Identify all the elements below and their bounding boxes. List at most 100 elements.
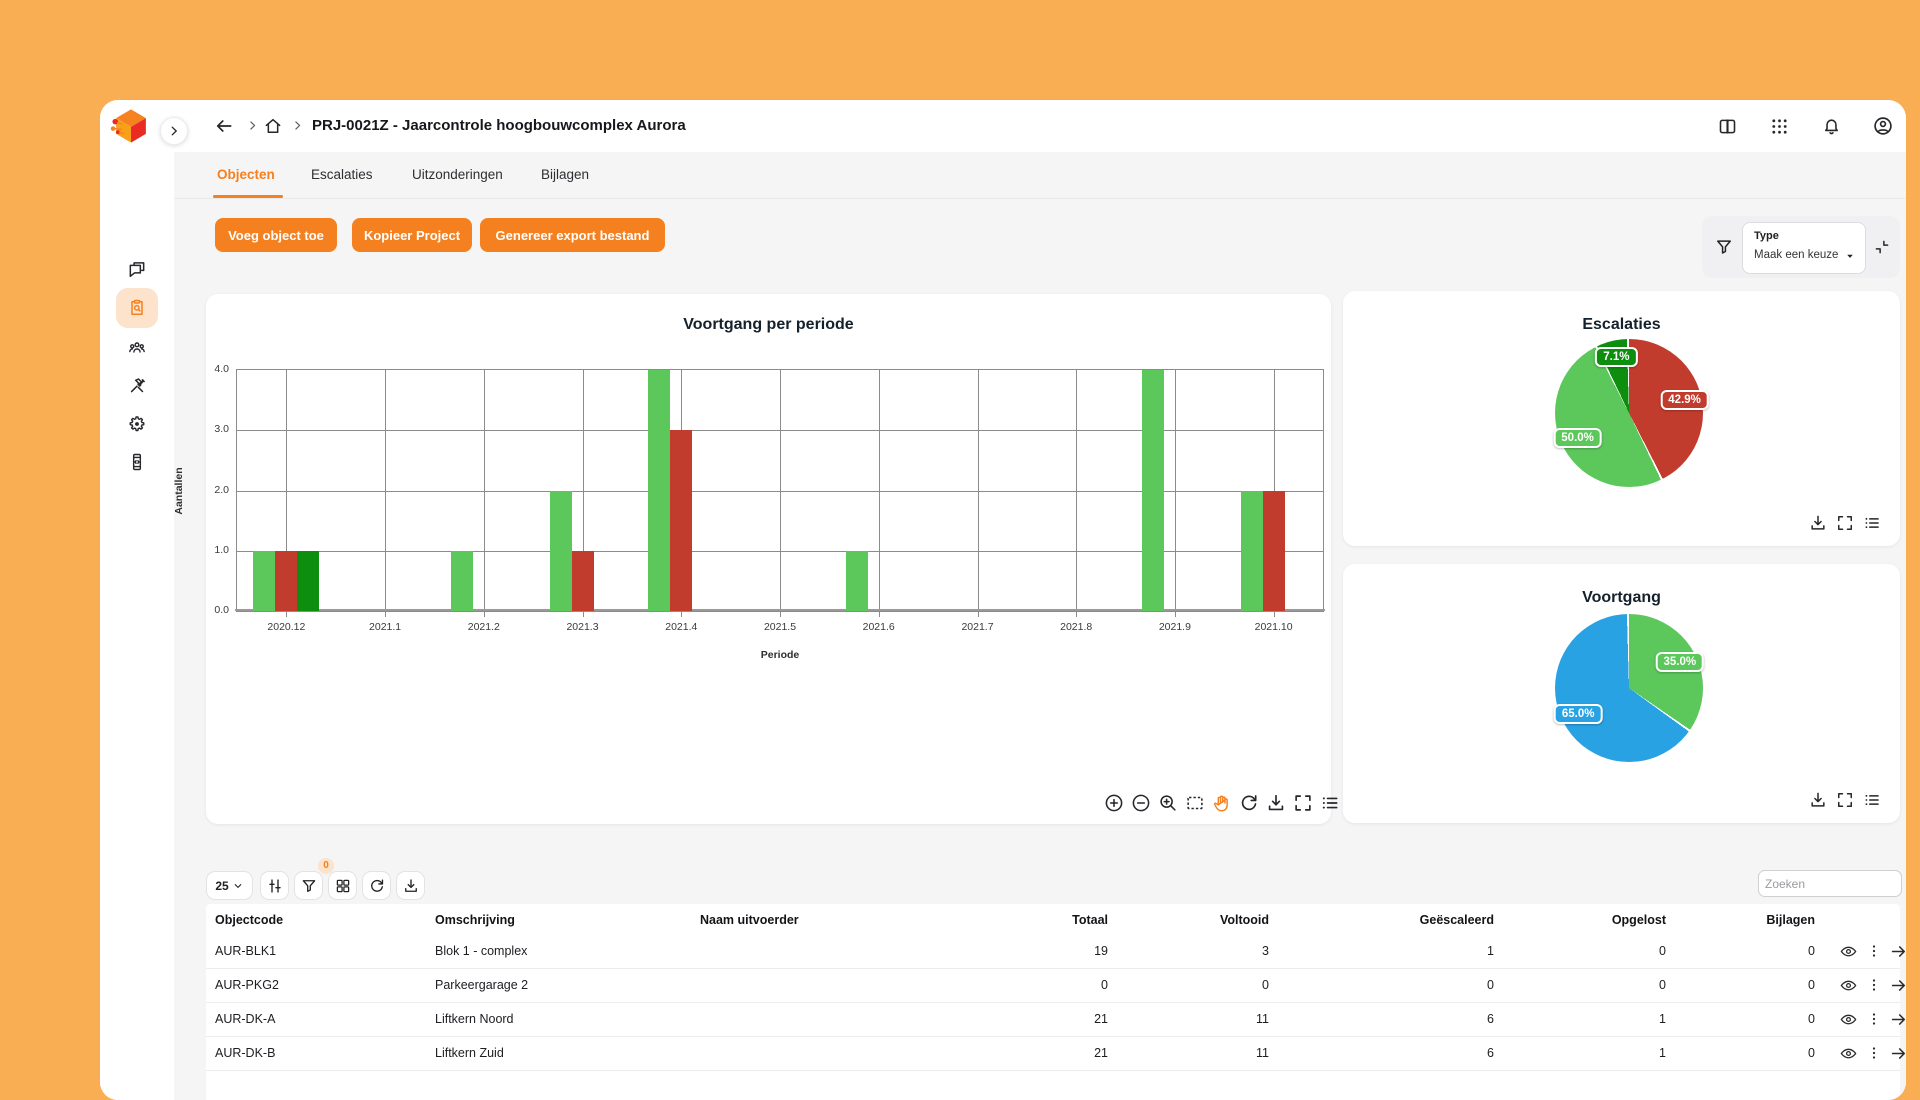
cell: 0: [1715, 1002, 1815, 1036]
kebab-menu-icon[interactable]: [1864, 1009, 1884, 1029]
eye-icon[interactable]: [1838, 941, 1858, 961]
generate-export-button[interactable]: Genereer export bestand: [480, 218, 665, 252]
x-tick-label: 2021.6: [834, 621, 924, 633]
apps-grid-icon[interactable]: [1765, 112, 1793, 140]
type-select[interactable]: Type Maak een keuze: [1742, 222, 1866, 274]
tab-bijlagen[interactable]: Bijlagen: [539, 160, 591, 190]
reset-icon[interactable]: [1238, 792, 1260, 814]
y-axis-title: Aantallen: [173, 467, 185, 514]
download-icon[interactable]: [396, 871, 425, 900]
app-logo-icon: [109, 105, 153, 147]
column-header: Bijlagen: [1715, 908, 1815, 932]
x-tick-label: 2021.8: [1031, 621, 1121, 633]
cell: [700, 1036, 960, 1070]
sidebar-item-team[interactable]: [127, 338, 147, 358]
home-button[interactable]: [261, 114, 285, 138]
page-size-select[interactable]: 25: [206, 871, 253, 900]
list-icon[interactable]: [1319, 792, 1341, 814]
layout-grid-icon[interactable]: [328, 871, 357, 900]
cell: 0: [1715, 1036, 1815, 1070]
back-button[interactable]: [210, 112, 238, 140]
sidebar-item-tools[interactable]: [127, 376, 147, 396]
eye-icon[interactable]: [1838, 975, 1858, 995]
cell: 0: [1394, 968, 1494, 1002]
collapse-icon[interactable]: [1872, 237, 1892, 257]
copy-project-button[interactable]: Kopieer Project: [352, 218, 472, 252]
fullscreen-icon[interactable]: [1835, 513, 1855, 533]
zoom-box-icon[interactable]: [1157, 792, 1179, 814]
sidebar-item-settings[interactable]: [127, 414, 147, 434]
pan-hand-icon[interactable]: [1211, 792, 1233, 814]
x-tick-label: 2021.5: [735, 621, 825, 633]
bar: [550, 491, 572, 612]
bar: [1241, 491, 1263, 612]
download-icon[interactable]: [1265, 792, 1287, 814]
column-header: Objectcode: [215, 908, 425, 932]
open-row-arrow-icon[interactable]: [1888, 941, 1906, 961]
x-tick: [1274, 611, 1275, 617]
zoom-in-icon[interactable]: [1103, 792, 1125, 814]
chevron-down-icon: [232, 880, 244, 892]
y-tick-label: 4.0: [191, 363, 229, 375]
download-icon[interactable]: [1808, 513, 1828, 533]
notifications-bell-icon[interactable]: [1817, 112, 1845, 140]
sidebar-item-device[interactable]: [127, 452, 147, 472]
cell: [700, 1002, 960, 1036]
column-sliders-icon[interactable]: [260, 871, 289, 900]
y-tick-label: 0.0: [191, 604, 229, 616]
caret-down-icon: [1843, 249, 1857, 263]
cell: 0: [1715, 934, 1815, 968]
list-icon[interactable]: [1862, 790, 1882, 810]
x-tick: [286, 611, 287, 617]
cell: 0: [1008, 968, 1108, 1002]
x-tick-label: 2021.4: [636, 621, 726, 633]
tab-objecten[interactable]: Objecten: [215, 160, 277, 190]
column-header: Opgelost: [1566, 908, 1666, 932]
x-tick-label: 2021.9: [1130, 621, 1220, 633]
sidebar-item-chat[interactable]: [127, 260, 147, 280]
kebab-menu-icon[interactable]: [1864, 975, 1884, 995]
list-icon[interactable]: [1862, 513, 1882, 533]
open-row-arrow-icon[interactable]: [1888, 975, 1906, 995]
sidebar-expand-button[interactable]: [160, 117, 188, 145]
pie-slice-label: 7.1%: [1595, 347, 1637, 367]
eye-icon[interactable]: [1838, 1043, 1858, 1063]
tab-uitzonderingen[interactable]: Uitzonderingen: [410, 160, 505, 190]
pie-slice-label: 42.9%: [1660, 390, 1709, 410]
x-tick: [879, 611, 880, 617]
top-bar: PRJ-0021Z - Jaarcontrole hoogbouwcomplex…: [100, 100, 1906, 152]
x-tick: [1175, 611, 1176, 617]
cell: AUR-DK-A: [215, 1002, 425, 1036]
fullscreen-icon[interactable]: [1835, 790, 1855, 810]
box-select-icon[interactable]: [1184, 792, 1206, 814]
gridline: [780, 370, 781, 611]
table-toolbar: 25 0: [206, 864, 1900, 904]
fullscreen-icon[interactable]: [1292, 792, 1314, 814]
add-object-button[interactable]: Voeg object toe: [215, 218, 337, 252]
open-row-arrow-icon[interactable]: [1888, 1043, 1906, 1063]
settings-gear-icon: [127, 414, 147, 434]
cell: 6: [1394, 1002, 1494, 1036]
kebab-menu-icon[interactable]: [1864, 941, 1884, 961]
bar: [1263, 491, 1285, 612]
column-header: Totaal: [1008, 908, 1108, 932]
voortgang-pie-title: Voortgang: [1343, 589, 1900, 607]
escalaties-pie-card: Escalaties 42.9%50.0%7.1%: [1343, 291, 1900, 546]
zoom-out-icon[interactable]: [1130, 792, 1152, 814]
sidebar-item-inspections[interactable]: [127, 298, 147, 318]
account-icon[interactable]: [1869, 112, 1897, 140]
escalaties-pie-title: Escalaties: [1343, 316, 1900, 334]
tab-escalaties[interactable]: Escalaties: [309, 160, 375, 190]
refresh-icon[interactable]: [362, 871, 391, 900]
kebab-menu-icon[interactable]: [1864, 1043, 1884, 1063]
cell: 0: [1566, 968, 1666, 1002]
eye-icon[interactable]: [1838, 1009, 1858, 1029]
cell: 11: [1169, 1036, 1269, 1070]
chat-icon: [127, 260, 147, 280]
split-panels-icon[interactable]: [1713, 112, 1741, 140]
open-row-arrow-icon[interactable]: [1888, 1009, 1906, 1029]
download-icon[interactable]: [1808, 790, 1828, 810]
x-tick-label: 2020.12: [241, 621, 331, 633]
funnel-icon[interactable]: [294, 871, 323, 900]
search-input[interactable]: [1758, 870, 1902, 897]
